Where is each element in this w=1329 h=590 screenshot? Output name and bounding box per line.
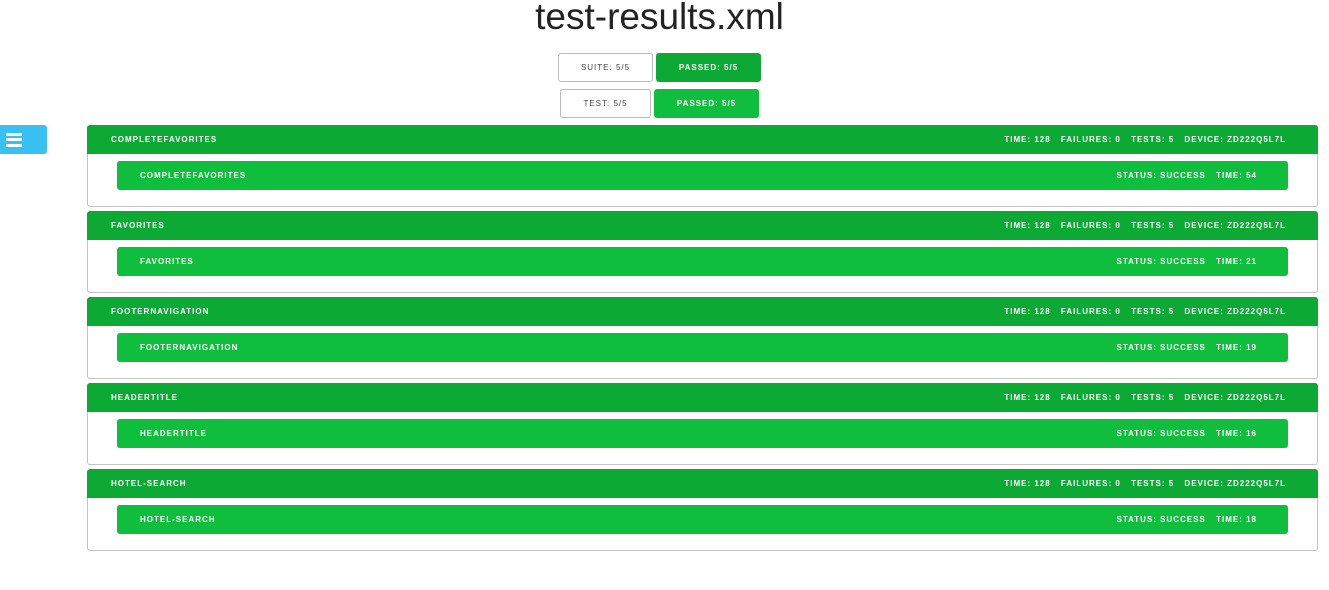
suite-panel: FOOTERNAVIGATION TIME: 128 FAILURES: 0 T… — [87, 297, 1318, 379]
suite-passed-button[interactable]: PASSED: 5/5 — [656, 53, 761, 82]
suite-name: HOTEL-SEARCH — [111, 479, 187, 488]
suite-device: DEVICE: ZD222Q5L7L — [1184, 479, 1286, 488]
test-name: HOTEL-SEARCH — [140, 515, 216, 524]
test-row[interactable]: FAVORITES STATUS: SUCCESS TIME: 21 — [117, 247, 1288, 276]
suite-failures: FAILURES: 0 — [1060, 307, 1121, 316]
suite-failures: FAILURES: 0 — [1060, 479, 1121, 488]
suite-header[interactable]: FOOTERNAVIGATION TIME: 128 FAILURES: 0 T… — [87, 297, 1318, 326]
suite-meta: TIME: 128 FAILURES: 0 TESTS: 5 DEVICE: Z… — [997, 307, 1286, 316]
test-count-button[interactable]: TEST: 5/5 — [560, 89, 651, 118]
suite-header[interactable]: HOTEL-SEARCH TIME: 128 FAILURES: 0 TESTS… — [87, 469, 1318, 498]
page-title: test-results.xml — [535, 0, 784, 37]
suite-body: COMPLETEFAVORITES STATUS: SUCCESS TIME: … — [87, 154, 1318, 207]
suite-failures: FAILURES: 0 — [1060, 135, 1121, 144]
test-name: FAVORITES — [140, 257, 194, 266]
test-summary-row: TEST: 5/5 PASSED: 5/5 — [0, 89, 1319, 118]
test-meta: STATUS: SUCCESS TIME: 18 — [1109, 515, 1257, 524]
test-row[interactable]: HEADERTITLE STATUS: SUCCESS TIME: 16 — [117, 419, 1288, 448]
test-time: TIME: 16 — [1216, 429, 1257, 438]
suite-body: FAVORITES STATUS: SUCCESS TIME: 21 — [87, 240, 1318, 293]
suite-device: DEVICE: ZD222Q5L7L — [1184, 221, 1286, 230]
test-meta: STATUS: SUCCESS TIME: 16 — [1109, 429, 1257, 438]
test-status: STATUS: SUCCESS — [1116, 343, 1206, 352]
test-time: TIME: 21 — [1216, 257, 1257, 266]
suite-header[interactable]: COMPLETEFAVORITES TIME: 128 FAILURES: 0 … — [87, 125, 1318, 154]
suite-tests: TESTS: 5 — [1131, 479, 1175, 488]
suite-tests: TESTS: 5 — [1131, 221, 1175, 230]
suite-time: TIME: 128 — [1004, 479, 1051, 488]
test-meta: STATUS: SUCCESS TIME: 19 — [1109, 343, 1257, 352]
suite-meta: TIME: 128 FAILURES: 0 TESTS: 5 DEVICE: Z… — [997, 393, 1286, 402]
suite-body: FOOTERNAVIGATION STATUS: SUCCESS TIME: 1… — [87, 326, 1318, 379]
suite-device: DEVICE: ZD222Q5L7L — [1184, 393, 1286, 402]
suite-body: HEADERTITLE STATUS: SUCCESS TIME: 16 — [87, 412, 1318, 465]
suite-tests: TESTS: 5 — [1131, 307, 1175, 316]
suite-name: COMPLETEFAVORITES — [111, 135, 218, 144]
suite-name: FOOTERNAVIGATION — [111, 307, 210, 316]
test-status: STATUS: SUCCESS — [1116, 429, 1206, 438]
suite-failures: FAILURES: 0 — [1060, 393, 1121, 402]
test-row[interactable]: COMPLETEFAVORITES STATUS: SUCCESS TIME: … — [117, 161, 1288, 190]
suite-meta: TIME: 128 FAILURES: 0 TESTS: 5 DEVICE: Z… — [997, 221, 1286, 230]
suite-meta: TIME: 128 FAILURES: 0 TESTS: 5 DEVICE: Z… — [997, 479, 1286, 488]
suite-header[interactable]: HEADERTITLE TIME: 128 FAILURES: 0 TESTS:… — [87, 383, 1318, 412]
suite-meta: TIME: 128 FAILURES: 0 TESTS: 5 DEVICE: Z… — [997, 135, 1286, 144]
suite-summary-row: SUITE: 5/5 PASSED: 5/5 — [0, 53, 1319, 82]
suite-panel: HOTEL-SEARCH TIME: 128 FAILURES: 0 TESTS… — [87, 469, 1318, 551]
suite-time: TIME: 128 — [1004, 393, 1051, 402]
test-time: TIME: 54 — [1216, 171, 1257, 180]
test-name: FOOTERNAVIGATION — [140, 343, 239, 352]
test-row[interactable]: HOTEL-SEARCH STATUS: SUCCESS TIME: 18 — [117, 505, 1288, 534]
suite-name: FAVORITES — [111, 221, 165, 230]
test-status: STATUS: SUCCESS — [1116, 257, 1206, 266]
hamburger-menu-icon — [6, 132, 22, 147]
test-time: TIME: 19 — [1216, 343, 1257, 352]
suite-time: TIME: 128 — [1004, 221, 1051, 230]
test-meta: STATUS: SUCCESS TIME: 21 — [1109, 257, 1257, 266]
suite-tests: TESTS: 5 — [1131, 135, 1175, 144]
test-passed-button[interactable]: PASSED: 5/5 — [654, 89, 759, 118]
suite-header[interactable]: FAVORITES TIME: 128 FAILURES: 0 TESTS: 5… — [87, 211, 1318, 240]
suite-device: DEVICE: ZD222Q5L7L — [1184, 307, 1286, 316]
suite-failures: FAILURES: 0 — [1060, 221, 1121, 230]
test-status: STATUS: SUCCESS — [1116, 171, 1206, 180]
test-name: COMPLETEFAVORITES — [140, 171, 247, 180]
test-status: STATUS: SUCCESS — [1116, 515, 1206, 524]
menu-toggle-button[interactable] — [0, 125, 47, 154]
suite-device: DEVICE: ZD222Q5L7L — [1184, 135, 1286, 144]
suite-time: TIME: 128 — [1004, 307, 1051, 316]
suite-panel: COMPLETEFAVORITES TIME: 128 FAILURES: 0 … — [87, 125, 1318, 207]
test-name: HEADERTITLE — [140, 429, 207, 438]
suite-panel: HEADERTITLE TIME: 128 FAILURES: 0 TESTS:… — [87, 383, 1318, 465]
suite-body: HOTEL-SEARCH STATUS: SUCCESS TIME: 18 — [87, 498, 1318, 551]
suite-name: HEADERTITLE — [111, 393, 178, 402]
suite-count-button[interactable]: SUITE: 5/5 — [558, 53, 653, 82]
test-row[interactable]: FOOTERNAVIGATION STATUS: SUCCESS TIME: 1… — [117, 333, 1288, 362]
test-time: TIME: 18 — [1216, 515, 1257, 524]
test-meta: STATUS: SUCCESS TIME: 54 — [1109, 171, 1257, 180]
suite-panel: FAVORITES TIME: 128 FAILURES: 0 TESTS: 5… — [87, 211, 1318, 293]
suite-list: COMPLETEFAVORITES TIME: 128 FAILURES: 0 … — [87, 125, 1318, 555]
suite-tests: TESTS: 5 — [1131, 393, 1175, 402]
suite-time: TIME: 128 — [1004, 135, 1051, 144]
